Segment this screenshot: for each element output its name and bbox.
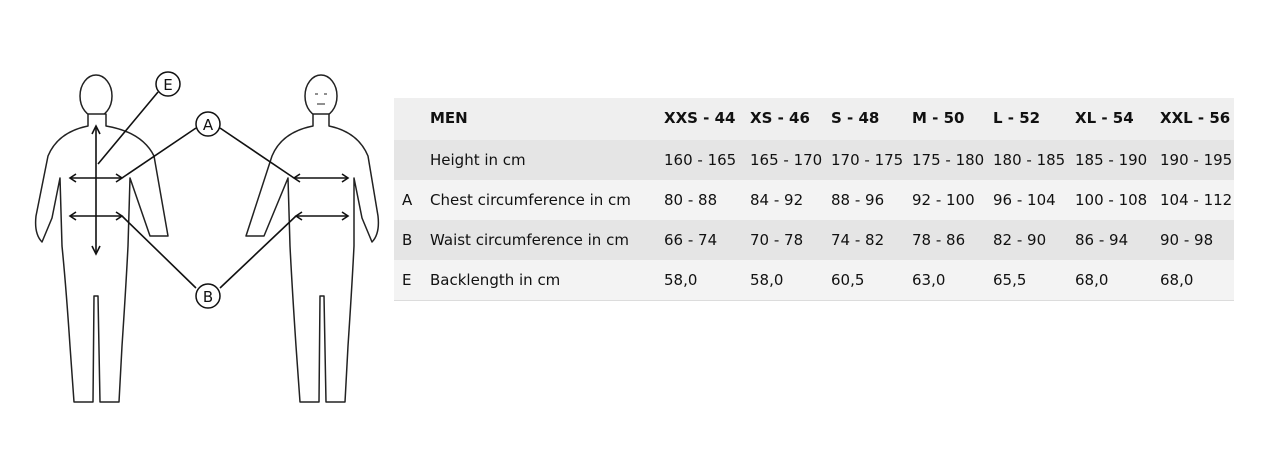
table-cell: 63,0 (912, 260, 993, 301)
row-code: B (402, 231, 413, 249)
measurement-diagram: E A B (18, 46, 382, 426)
row-code (394, 140, 430, 180)
table-row: A Chest circumference in cm 80 - 88 84 -… (394, 180, 1234, 220)
table-cell: 180 - 185 (993, 151, 1066, 169)
size-table: MEN XXS - 44 XS - 46 S - 48 M - 50 L - 5… (394, 98, 1234, 301)
table-cell: 74 - 82 (831, 231, 885, 249)
table-row: Height in cm 160 - 165 165 - 170 170 - 1… (394, 140, 1234, 180)
table-cell: 68,0 (1160, 260, 1234, 301)
table-cell: 190 - 195 (1160, 151, 1233, 169)
svg-text:E: E (163, 76, 172, 94)
table-cell: 86 - 94 (1075, 231, 1129, 249)
table-cell: 104 - 112 (1160, 191, 1233, 209)
table-cell: 175 - 180 (912, 151, 985, 169)
header-size: M - 50 (912, 109, 965, 127)
marker-a: A (195, 111, 221, 137)
header-size: XS - 46 (750, 109, 810, 127)
table-cell: 100 - 108 (1075, 191, 1148, 209)
table-cell: 96 - 104 (993, 191, 1056, 209)
table-row: B Waist circumference in cm 66 - 74 70 -… (394, 220, 1234, 260)
header-size: L - 52 (993, 109, 1041, 127)
back-view-figure (34, 74, 169, 403)
table-cell: 185 - 190 (1075, 151, 1148, 169)
table-cell: 60,5 (831, 260, 912, 301)
table-cell: 68,0 (1075, 260, 1160, 301)
table-cell: 88 - 96 (831, 191, 885, 209)
svg-text:B: B (203, 288, 213, 306)
table-cell: 58,0 (664, 260, 750, 301)
table-cell: 82 - 90 (993, 231, 1047, 249)
svg-text:A: A (203, 116, 214, 134)
table-cell: 84 - 92 (750, 191, 804, 209)
table-cell: 160 - 165 (664, 151, 737, 169)
table-cell: 170 - 175 (831, 151, 904, 169)
table-cell: 165 - 170 (750, 151, 823, 169)
header-code-cell (394, 98, 430, 140)
table-cell: 80 - 88 (664, 191, 718, 209)
table-cell: 92 - 100 (912, 191, 975, 209)
row-code: E (394, 260, 430, 301)
table-cell: 65,5 (993, 260, 1075, 301)
row-label: Waist circumference in cm (430, 231, 629, 249)
row-label: Backlength in cm (430, 260, 664, 301)
front-view-figure (245, 74, 380, 403)
table-header-row: MEN XXS - 44 XS - 46 S - 48 M - 50 L - 5… (394, 98, 1234, 140)
table-cell: 90 - 98 (1160, 231, 1214, 249)
header-size: XXS - 44 (664, 109, 736, 127)
table-cell: 66 - 74 (664, 231, 718, 249)
header-size: XL - 54 (1075, 109, 1134, 127)
marker-b: B (195, 283, 221, 309)
header-group: MEN (430, 109, 468, 127)
table-cell: 70 - 78 (750, 231, 804, 249)
row-code: A (402, 191, 413, 209)
table-cell: 78 - 86 (912, 231, 966, 249)
table-cell: 58,0 (750, 260, 831, 301)
row-label: Chest circumference in cm (430, 191, 631, 209)
size-chart: MEN XXS - 44 XS - 46 S - 48 M - 50 L - 5… (394, 98, 1234, 301)
header-size: XXL - 56 (1160, 109, 1231, 127)
row-label: Height in cm (430, 151, 526, 169)
body-figures-illustration: E A B (34, 71, 380, 403)
table-row: E Backlength in cm 58,0 58,0 60,5 63,0 6… (394, 260, 1234, 301)
header-size: S - 48 (831, 109, 880, 127)
marker-e: E (155, 71, 181, 97)
